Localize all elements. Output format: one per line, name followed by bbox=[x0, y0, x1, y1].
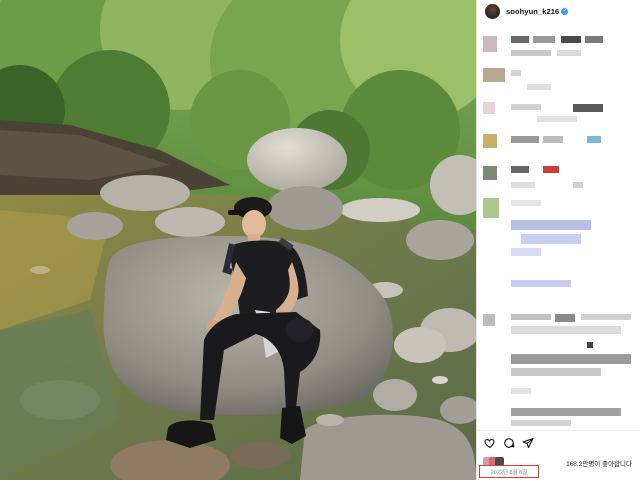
mountain-stream-photo bbox=[0, 0, 476, 480]
post-header: soohyun_k216 ✓ bbox=[477, 0, 640, 22]
share-icon[interactable] bbox=[521, 436, 535, 450]
instagram-post: soohyun_k216 ✓ 168.2만명이 좋아합니다 2022년 8월 8… bbox=[0, 0, 640, 480]
post-date-highlight: 2022년 8월 8일 bbox=[479, 465, 539, 478]
post-sidebar: soohyun_k216 ✓ 168.2만명이 좋아합니다 2022년 8월 8… bbox=[476, 0, 640, 480]
verified-badge-icon: ✓ bbox=[561, 7, 569, 15]
comment-icon[interactable] bbox=[502, 436, 516, 450]
username[interactable]: soohyun_k216 bbox=[506, 7, 559, 16]
avatar[interactable] bbox=[485, 3, 500, 19]
post-date: 2022년 8월 8일 bbox=[490, 469, 528, 476]
heart-icon[interactable] bbox=[483, 436, 497, 450]
post-photo[interactable] bbox=[0, 0, 476, 480]
divider bbox=[477, 430, 640, 431]
likes-count[interactable]: 168.2만명이 좋아합니다 bbox=[566, 458, 632, 468]
blurred-comments bbox=[477, 24, 640, 430]
post-actions bbox=[483, 436, 540, 450]
